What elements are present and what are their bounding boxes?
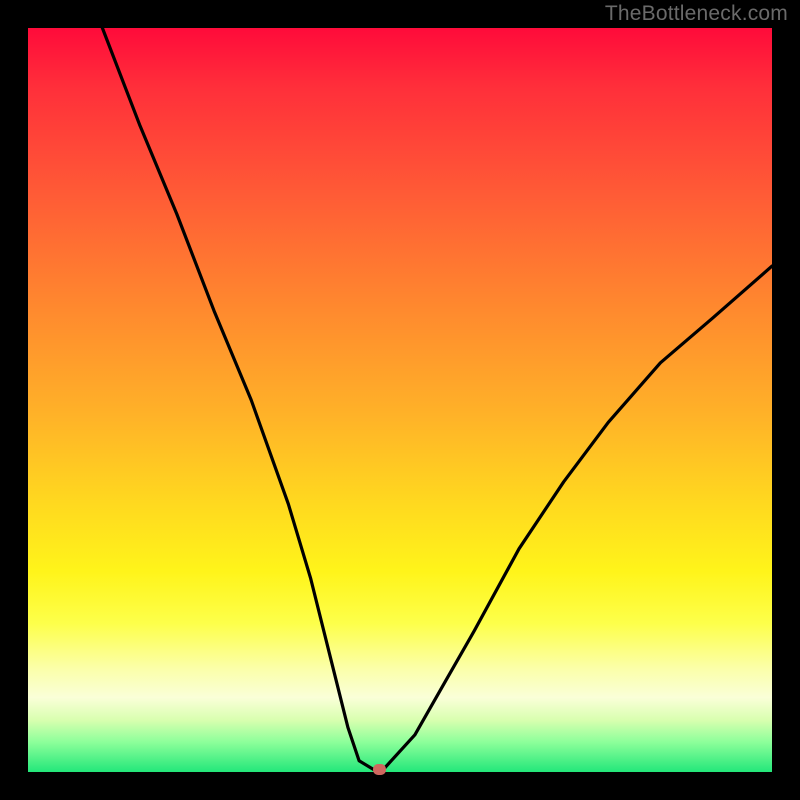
watermark-text: TheBottleneck.com (605, 2, 788, 26)
bottleneck-curve (28, 28, 772, 772)
optimum-marker (373, 764, 386, 775)
plot-area (28, 28, 772, 772)
chart-frame: TheBottleneck.com (0, 0, 800, 800)
